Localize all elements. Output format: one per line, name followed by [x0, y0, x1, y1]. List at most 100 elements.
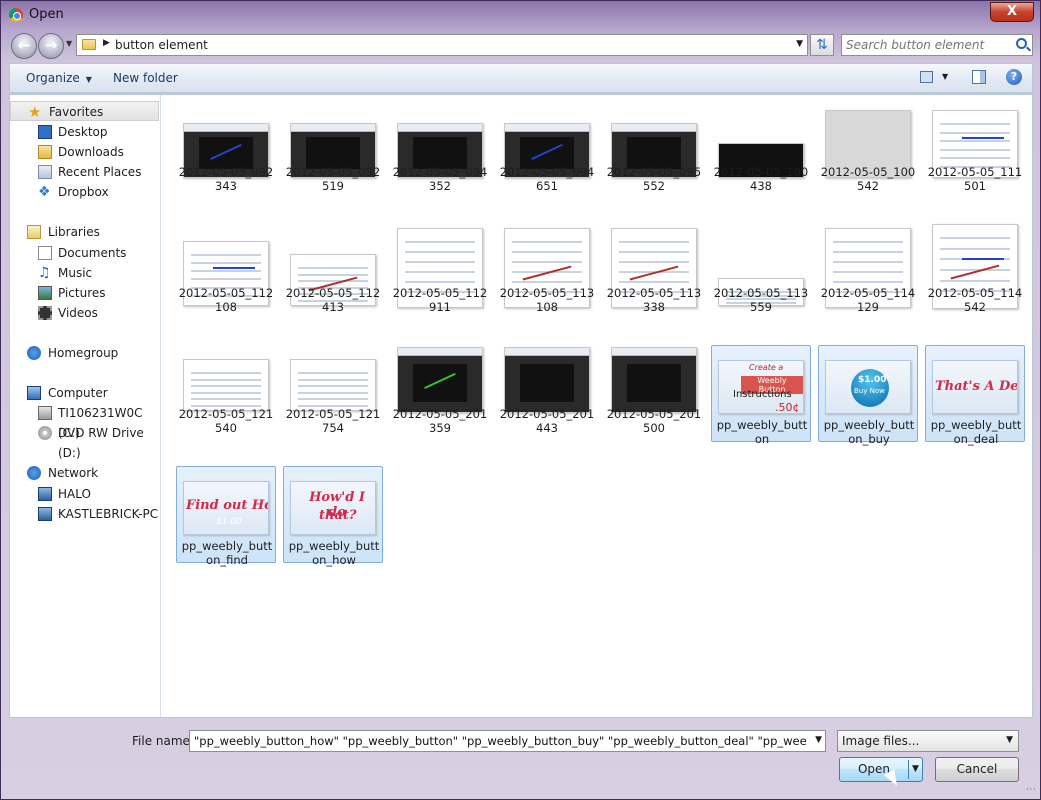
- address-dropdown-icon[interactable]: ▼: [796, 39, 803, 49]
- preview-pane-icon[interactable]: [972, 70, 986, 84]
- file-item[interactable]: 2012-05-05_113559: [711, 224, 811, 314]
- new-folder-button[interactable]: New folder: [113, 71, 178, 85]
- file-item[interactable]: That's A Deal pp_weebly_button_deal: [925, 345, 1025, 446]
- nav-label: Documents: [58, 246, 127, 260]
- file-thumbnail: [290, 359, 376, 411]
- file-item[interactable]: 2012-05-05_201443: [497, 345, 597, 435]
- file-item[interactable]: 2012-05-05_114542: [925, 224, 1025, 314]
- documents-icon: [38, 246, 52, 260]
- file-name-combo[interactable]: ▼: [189, 730, 826, 752]
- search-icon[interactable]: [1016, 38, 1027, 49]
- file-item[interactable]: How'd I do that? pp_weebly_button_how: [283, 466, 383, 567]
- computer-icon: [27, 386, 41, 400]
- nav-recent-places[interactable]: Recent Places: [10, 162, 159, 182]
- open-options-dropdown-icon[interactable]: ▼: [912, 758, 919, 781]
- file-item[interactable]: 2012-05-05_094352: [390, 103, 490, 193]
- file-item[interactable]: 2012-05-05_114129: [818, 224, 918, 314]
- file-name: 2012-05-05_114129: [820, 286, 916, 314]
- file-name: pp_weebly_button_how: [288, 539, 380, 567]
- nav-drive-c[interactable]: TI106231W0C (C:): [10, 403, 159, 440]
- nav-favorites[interactable]: ★ Favorites: [10, 101, 159, 121]
- file-name-dropdown-icon[interactable]: ▼: [815, 735, 822, 745]
- nav-label: Recent Places: [58, 165, 142, 179]
- chevron-down-icon: ▼: [1006, 735, 1013, 745]
- view-options-dropdown[interactable]: ▼: [942, 72, 948, 81]
- file-item[interactable]: 2012-05-05_094651: [497, 103, 597, 193]
- file-name: 2012-05-05_112911: [392, 286, 488, 314]
- file-item[interactable]: 2012-05-05_201500: [604, 345, 704, 435]
- nav-documents[interactable]: Documents: [10, 243, 159, 263]
- address-bar[interactable]: ▶ button element ▼: [76, 34, 808, 56]
- file-item[interactable]: $1.00 Buy Now pp_weebly_button_buy: [818, 345, 918, 446]
- file-item[interactable]: 2012-05-05_095552: [604, 103, 704, 193]
- file-item[interactable]: Find out How $1.00 pp_weebly_button_find: [176, 466, 276, 567]
- forward-button[interactable]: →: [38, 33, 64, 59]
- file-item[interactable]: 2012-05-05_113338: [604, 224, 704, 314]
- chevron-down-icon: ▼: [85, 75, 92, 84]
- file-item[interactable]: 2012-05-05_111501: [925, 103, 1025, 193]
- thumb-text: $1.00: [216, 517, 242, 527]
- file-name: 2012-05-05_112108: [178, 286, 274, 314]
- file-name-label: File name:: [132, 734, 194, 748]
- nav-computer[interactable]: Computer: [10, 383, 159, 403]
- nav-desktop[interactable]: Desktop: [10, 122, 159, 142]
- pictures-icon: [38, 286, 52, 300]
- nav-dropbox[interactable]: ❖ Dropbox: [10, 182, 159, 202]
- file-name: pp_weebly_button: [716, 418, 808, 446]
- nav-music[interactable]: ♫ Music: [10, 263, 159, 283]
- file-thumbnail: [397, 347, 483, 413]
- file-name: 2012-05-05_100542: [820, 165, 916, 193]
- help-icon[interactable]: ?: [1006, 69, 1022, 85]
- back-button[interactable]: ←: [11, 33, 37, 59]
- file-type-select[interactable]: Image files... ▼: [837, 730, 1019, 752]
- file-name: 2012-05-05_112413: [285, 286, 381, 314]
- file-item[interactable]: Create a Weebly Button Instructions .50¢ pp_…: [711, 345, 811, 446]
- file-item[interactable]: 2012-05-05_112413: [283, 224, 383, 314]
- file-item[interactable]: 2012-05-05_113108: [497, 224, 597, 314]
- refresh-button[interactable]: ⇅: [810, 34, 834, 56]
- file-item[interactable]: 2012-05-05_121754: [283, 345, 383, 435]
- downloads-folder-icon: [38, 145, 52, 159]
- file-item[interactable]: 2012-05-05_092519: [283, 103, 383, 193]
- network-computer-icon: [38, 487, 52, 501]
- file-name: pp_weebly_button_find: [181, 539, 273, 567]
- file-thumbnail: Find out How $1.00: [183, 481, 269, 535]
- nav-libraries[interactable]: Libraries: [10, 222, 159, 242]
- file-thumbnail: $1.00 Buy Now: [825, 360, 911, 414]
- nav-downloads[interactable]: Downloads: [10, 142, 159, 162]
- nav-kastlebrick-pc[interactable]: KASTLEBRICK-PC: [10, 504, 159, 524]
- nav-label: Pictures: [58, 286, 106, 300]
- file-thumbnail: [183, 359, 269, 411]
- file-item[interactable]: 2012-05-05_112108: [176, 224, 276, 314]
- recent-locations-dropdown[interactable]: ▼: [66, 39, 72, 48]
- file-name-input[interactable]: [194, 733, 806, 749]
- nav-halo[interactable]: HALO: [10, 484, 159, 504]
- libraries-icon: [27, 225, 41, 239]
- file-item[interactable]: 2012-05-05_100542: [818, 103, 918, 193]
- search-input[interactable]: [846, 37, 1011, 53]
- close-button[interactable]: X: [990, 2, 1034, 22]
- nav-pictures[interactable]: Pictures: [10, 283, 159, 303]
- nav-label: HALO: [58, 487, 91, 501]
- nav-videos[interactable]: Videos: [10, 303, 159, 323]
- nav-homegroup[interactable]: Homegroup: [10, 343, 159, 363]
- nav-drive-d[interactable]: DVD RW Drive (D:): [10, 423, 159, 460]
- nav-network[interactable]: Network: [10, 463, 159, 483]
- file-item[interactable]: 2012-05-05_201359: [390, 345, 490, 435]
- resize-grip-icon[interactable]: ⋯: [1026, 784, 1036, 795]
- cancel-button[interactable]: Cancel: [935, 757, 1019, 782]
- file-item[interactable]: 2012-05-05_112911: [390, 224, 490, 314]
- file-item[interactable]: 2012-05-05_100438: [711, 103, 811, 193]
- file-item[interactable]: 2012-05-05_121540: [176, 345, 276, 435]
- breadcrumb[interactable]: button element: [115, 38, 208, 52]
- file-name: 2012-05-05_113338: [606, 286, 702, 314]
- change-view-icon[interactable]: [920, 71, 933, 83]
- file-item[interactable]: 2012-05-05_092343: [176, 103, 276, 193]
- split-divider: [908, 760, 909, 779]
- search-box[interactable]: [841, 34, 1033, 56]
- organize-button[interactable]: Organize ▼: [26, 71, 92, 85]
- file-name: 2012-05-05_095552: [606, 165, 702, 193]
- open-button[interactable]: Open ▼: [839, 757, 923, 782]
- breadcrumb-arrow-icon[interactable]: ▶: [103, 38, 110, 48]
- thumb-text: that?: [319, 508, 357, 523]
